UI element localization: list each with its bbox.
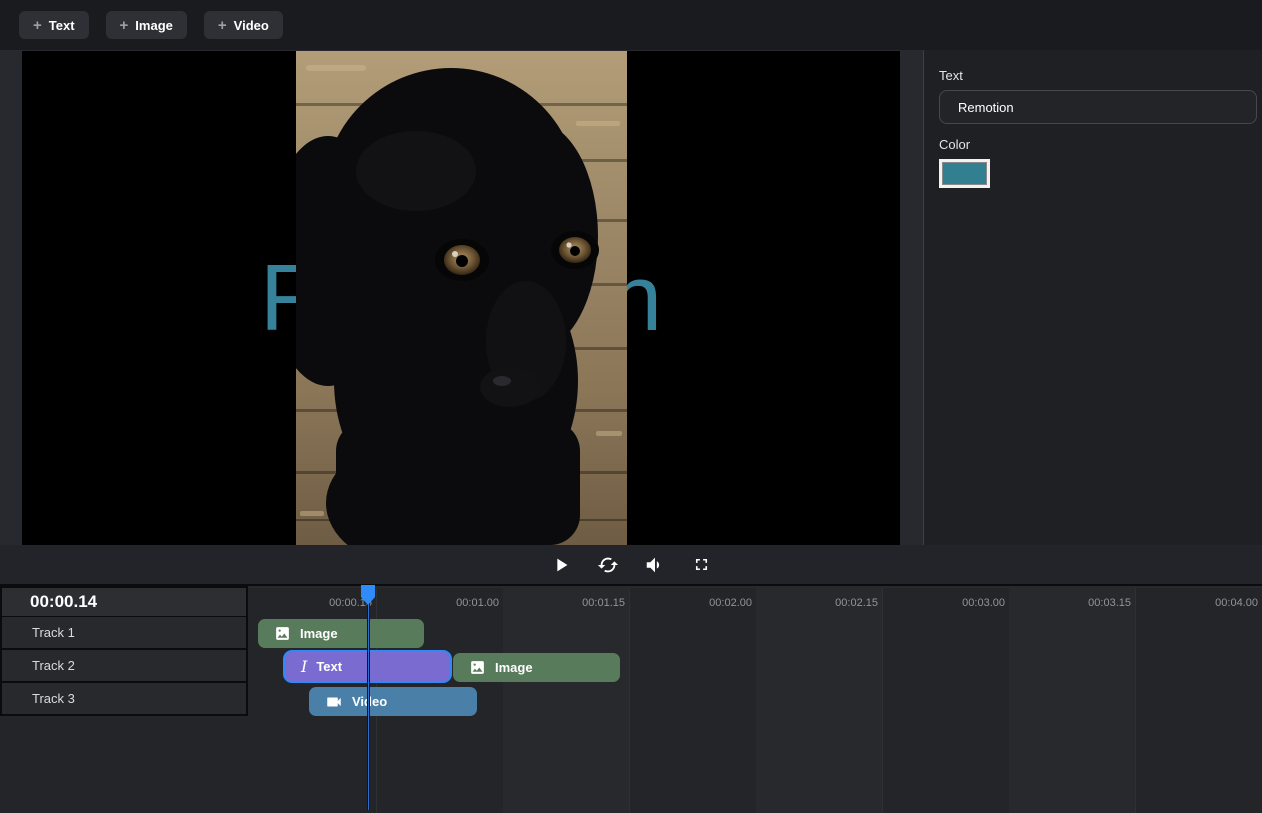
- add-video-label: Video: [234, 18, 269, 33]
- timeline: 00:00.15 00:01.00 00:01.15 00:02.00 00:02.15…: [0, 588, 1262, 813]
- playhead-line: [367, 588, 370, 810]
- clip-label: Image: [300, 626, 338, 641]
- play-icon: [550, 554, 572, 576]
- track-header-2: Track 2: [0, 649, 248, 683]
- ruler-tick-label: 00:02.15: [798, 588, 878, 617]
- image-clip[interactable]: Image: [258, 619, 424, 648]
- grid-line: [629, 588, 630, 813]
- clip-label: Image: [495, 660, 533, 675]
- grid-column-tint: [756, 588, 882, 813]
- fullscreen-icon: [692, 555, 711, 574]
- add-text-label: Text: [49, 18, 75, 33]
- text-field-label: Text: [939, 68, 1247, 83]
- clip-label: Text: [316, 659, 342, 674]
- timecode-display: 00:00.14: [0, 586, 248, 617]
- play-button[interactable]: [548, 552, 574, 578]
- grid-line: [882, 588, 883, 813]
- add-text-button[interactable]: + Text: [19, 11, 89, 39]
- transport-bar: [0, 545, 1262, 586]
- grid-column-tint: [503, 588, 629, 813]
- fullscreen-button[interactable]: [689, 552, 715, 578]
- image-icon: [469, 659, 486, 676]
- main-area: Remotion: [0, 50, 1262, 545]
- add-image-label: Image: [135, 18, 173, 33]
- color-field-label: Color: [939, 137, 1247, 152]
- text-input[interactable]: [939, 90, 1257, 124]
- video-clip[interactable]: Video: [309, 687, 477, 716]
- volume-button[interactable]: [642, 552, 668, 578]
- preview-canvas: Remotion: [22, 51, 900, 545]
- color-swatch: [942, 162, 987, 185]
- plus-icon: +: [218, 18, 227, 33]
- ruler-tick-label: 00:02.00: [672, 588, 752, 617]
- add-image-button[interactable]: + Image: [106, 11, 187, 39]
- loop-icon: [597, 554, 619, 576]
- track-header-3: Track 3: [0, 682, 248, 716]
- ruler-tick-label: 00:04.00: [1178, 588, 1258, 617]
- ruler-tick-label: 00:03.00: [925, 588, 1005, 617]
- grid-line: [1135, 588, 1136, 813]
- properties-panel: Text Color: [924, 50, 1262, 545]
- loop-button[interactable]: [595, 552, 621, 578]
- color-picker[interactable]: [939, 159, 990, 188]
- italic-text-icon: I: [301, 657, 307, 676]
- image-clip[interactable]: Image: [453, 653, 620, 682]
- top-toolbar: + Text + Image + Video: [0, 0, 1262, 50]
- plus-icon: +: [33, 18, 42, 33]
- ruler-tick-label: 00:01.00: [419, 588, 499, 617]
- video-camera-icon: [325, 693, 343, 711]
- clip-label: Video: [352, 694, 387, 709]
- volume-icon: [644, 554, 666, 576]
- add-video-button[interactable]: + Video: [204, 11, 283, 39]
- track-header-1: Track 1: [0, 616, 248, 650]
- timeline-left-column: 00:00.14 Track 1Track 2Track 3: [0, 586, 248, 716]
- image-icon: [274, 625, 291, 642]
- ruler-tick-label: 00:03.15: [1051, 588, 1131, 617]
- ruler-tick-label: 00:01.15: [545, 588, 625, 617]
- ruler-tick-label: 00:00.15: [292, 588, 372, 617]
- preview-region: Remotion: [0, 50, 923, 545]
- grid-column-tint: [1009, 588, 1135, 813]
- plus-icon: +: [120, 18, 129, 33]
- dog-photo: [296, 51, 627, 545]
